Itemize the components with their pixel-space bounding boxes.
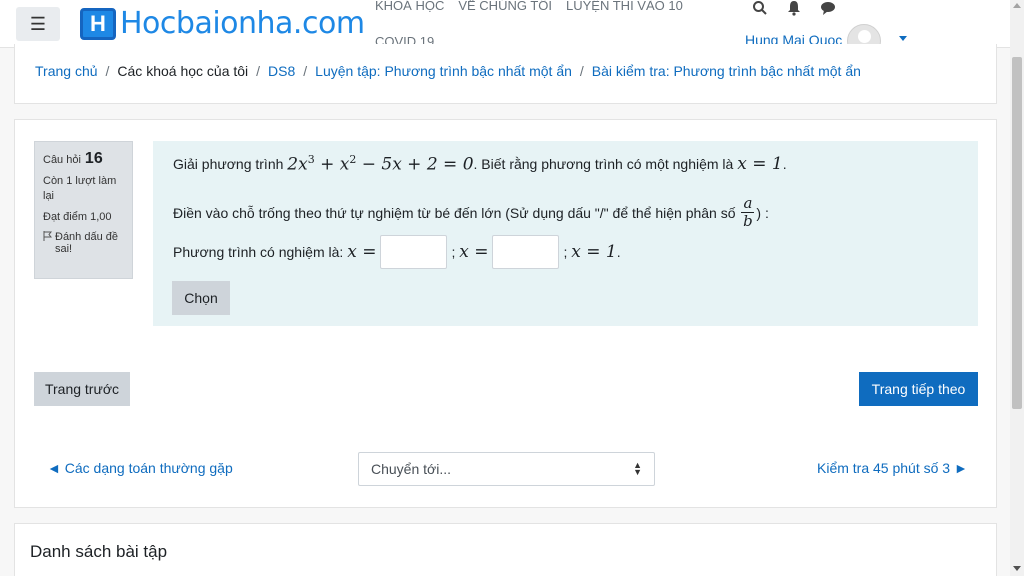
equation: 2x3 + x2 − 5x + 2 = 0 <box>287 153 474 175</box>
question-intro: Giải phương trình <box>173 155 284 172</box>
score-text: Đạt điểm 1,00 <box>43 211 112 223</box>
question-number-value: 16 <box>84 150 103 167</box>
x-equals-1: x = <box>347 242 377 262</box>
exercise-list-title: Danh sách bài tập <box>30 542 168 561</box>
flag-icon <box>43 231 53 255</box>
nav-exam-prep[interactable]: LUYỆN THI VÀO 10 <box>566 0 683 13</box>
fraction-a-b: a b <box>741 194 755 230</box>
search-icon[interactable] <box>752 0 768 20</box>
last-root: x = 1 <box>571 242 617 262</box>
scrollbar-thumb[interactable] <box>1012 57 1022 409</box>
breadcrumb-quiz[interactable]: Bài kiểm tra: Phương trình bậc nhất một … <box>592 63 861 79</box>
breadcrumb-separator: / <box>303 63 308 79</box>
attempts-remaining: Còn 1 lượt làm lại <box>43 175 117 202</box>
nav-courses[interactable]: KHOÁ HỌC <box>375 0 444 13</box>
logo-mark: H <box>80 7 116 40</box>
breadcrumb: Trang chủ / Các khoá học của tôi / DS8 /… <box>35 63 861 79</box>
scroll-down-icon[interactable] <box>1013 566 1021 571</box>
answer-line: Phương trình có nghiệm là: x = ; x = ; x… <box>173 235 621 269</box>
flag-label: Đánh dấu đề sai! <box>55 231 118 255</box>
main-nav: KHOÁ HỌC VỀ CHÚNG TÔI LUYỆN THI VÀO 10 <box>375 0 683 13</box>
next-page-button[interactable]: Trang tiếp theo <box>859 372 978 406</box>
select-arrows-icon: ▲ ▼ <box>633 460 642 477</box>
answer-input-2[interactable] <box>492 235 560 269</box>
logo-text: Hocbaionha.com <box>120 6 365 41</box>
question-info-panel: Câu hỏi 16 Còn 1 lượt làm lại Đạt điểm 1… <box>34 141 133 279</box>
scroll-up-icon[interactable] <box>1013 3 1021 8</box>
header-icons <box>752 0 836 20</box>
breadcrumb-separator: / <box>579 63 584 79</box>
breadcrumb-separator: / <box>256 63 261 79</box>
previous-activity-link[interactable]: ◄ Các dạng toán thường gặp <box>47 460 233 476</box>
page-scrollbar[interactable] <box>1010 0 1024 576</box>
question-number: Câu hỏi 16 <box>43 150 124 168</box>
fraction-denominator: b <box>743 212 753 230</box>
instruction-text: Điền vào chỗ trống theo thứ tự nghiệm từ… <box>173 195 769 230</box>
answer-input-1[interactable] <box>380 235 448 269</box>
jump-to-value: Chuyển tới... <box>371 461 451 477</box>
answer-label: Phương trình có nghiệm là: <box>173 244 344 260</box>
question-label: Câu hỏi <box>43 154 81 166</box>
known-root: x = 1 <box>737 153 783 174</box>
exercise-list-card: Danh sách bài tập <box>14 523 997 576</box>
site-logo[interactable]: H Hocbaionha.com <box>80 6 365 41</box>
previous-page-button[interactable]: Trang trước <box>34 372 130 406</box>
breadcrumb-section[interactable]: Luyện tập: Phương trình bậc nhất một ẩn <box>315 63 572 79</box>
breadcrumb-course[interactable]: DS8 <box>268 63 295 79</box>
top-navbar: ☰ H Hocbaionha.com KHOÁ HỌC VỀ CHÚNG TÔI… <box>0 0 1010 58</box>
question-text: Giải phương trình 2x3 + x2 − 5x + 2 = 0 … <box>173 153 787 175</box>
nav-about[interactable]: VỀ CHÚNG TÔI <box>458 0 552 13</box>
answer-separator-2: ; <box>563 244 568 260</box>
flag-question-link[interactable]: Đánh dấu đề sai! <box>43 231 124 255</box>
breadcrumb-home[interactable]: Trang chủ <box>35 63 98 79</box>
next-activity-link[interactable]: Kiểm tra 45 phút số 3 ► <box>817 460 968 476</box>
instruction: Điền vào chỗ trống theo thứ tự nghiệm từ… <box>173 204 736 221</box>
chat-icon[interactable] <box>820 0 836 20</box>
breadcrumb-card: Trang chủ / Các khoá học của tôi / DS8 /… <box>14 44 997 104</box>
menu-toggle-button[interactable]: ☰ <box>16 7 60 41</box>
answer-separator-1: ; <box>451 244 456 260</box>
check-button[interactable]: Chọn <box>172 281 230 315</box>
jump-to-select[interactable]: Chuyển tới... ▲ ▼ <box>358 452 655 486</box>
question-content: Giải phương trình 2x3 + x2 − 5x + 2 = 0 … <box>153 141 978 326</box>
chevron-down-icon[interactable] <box>899 36 907 41</box>
question-known: . Biết rằng phương trình có một nghiệm l… <box>473 155 734 172</box>
quiz-card: Câu hỏi 16 Còn 1 lượt làm lại Đạt điểm 1… <box>14 119 997 508</box>
breadcrumb-separator: / <box>105 63 110 79</box>
fraction-numerator: a <box>743 194 753 212</box>
bell-icon[interactable] <box>786 0 802 20</box>
breadcrumb-my-courses: Các khoá học của tôi <box>117 63 249 79</box>
instruction-end: ) : <box>756 204 769 221</box>
x-equals-2: x = <box>459 242 489 262</box>
hamburger-icon: ☰ <box>29 13 47 34</box>
